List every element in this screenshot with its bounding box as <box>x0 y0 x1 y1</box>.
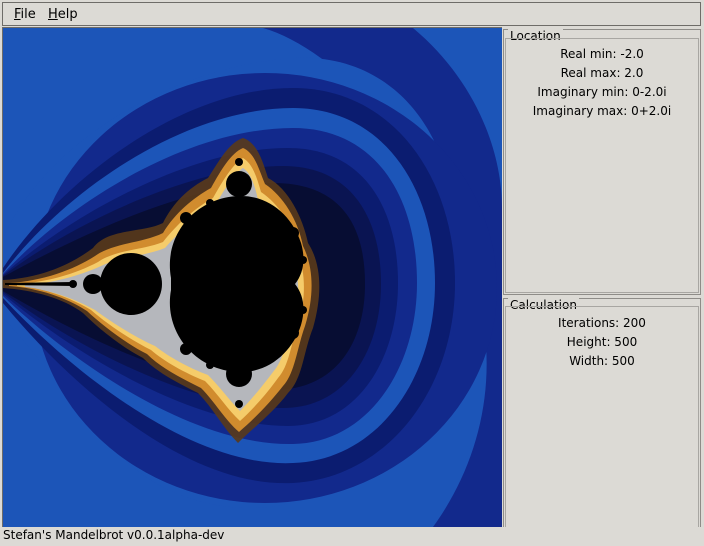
iterations-label: Iterations: 200 <box>558 316 646 330</box>
menu-bar-frame: File Help <box>2 2 701 26</box>
menu-help[interactable]: Help <box>46 7 80 22</box>
mandelbrot-image <box>3 28 502 527</box>
menu-file[interactable]: File <box>12 7 38 22</box>
set-bottom-bulb <box>226 361 252 387</box>
set-main-bulb <box>100 253 162 315</box>
set-bottom-small-bulb <box>235 400 243 408</box>
set-upper-left-bulb <box>180 212 192 224</box>
set-secondary-bulb <box>83 274 103 294</box>
set-upper-right-bulb <box>287 227 299 239</box>
calculation-panel: Iterations: 200 Height: 500 Width: 500 <box>505 306 699 542</box>
menu-file-label: ile <box>20 7 36 22</box>
location-group: Location Real min: -2.0 Real max: 2.0 Im… <box>503 29 701 295</box>
mandelbrot-canvas[interactable] <box>2 27 502 527</box>
set-lower-left-bulb <box>180 343 192 355</box>
width-label: Width: 500 <box>569 354 635 368</box>
set-top-small-bulb <box>235 158 243 166</box>
set-right-lower-small-bulb <box>299 306 307 314</box>
set-lower-right-bulb <box>287 327 299 339</box>
status-text: Stefan's Mandelbrot v0.0.1alpha-dev <box>3 528 225 542</box>
menu-help-label: elp <box>57 7 78 22</box>
real-max-label: Real max: 2.0 <box>560 66 644 80</box>
location-panel: Real min: -2.0 Real max: 2.0 Imaginary m… <box>505 38 699 293</box>
set-top-bulb <box>226 171 252 197</box>
set-right-upper-small-bulb <box>299 256 307 264</box>
real-min-label: Real min: -2.0 <box>560 47 644 61</box>
set-upper-mid-bulb <box>206 199 214 207</box>
status-bar: Stefan's Mandelbrot v0.0.1alpha-dev <box>0 527 704 546</box>
imaginary-max-label: Imaginary max: 0+2.0i <box>532 104 672 118</box>
imaginary-min-label: Imaginary min: 0-2.0i <box>537 85 667 99</box>
calculation-group: Calculation Iterations: 200 Height: 500 … <box>503 298 701 544</box>
set-lower-mid-bulb <box>206 361 214 369</box>
menu-bar: File Help <box>0 0 704 28</box>
menu-help-mnemonic: H <box>48 7 58 22</box>
height-label: Height: 500 <box>566 335 638 349</box>
